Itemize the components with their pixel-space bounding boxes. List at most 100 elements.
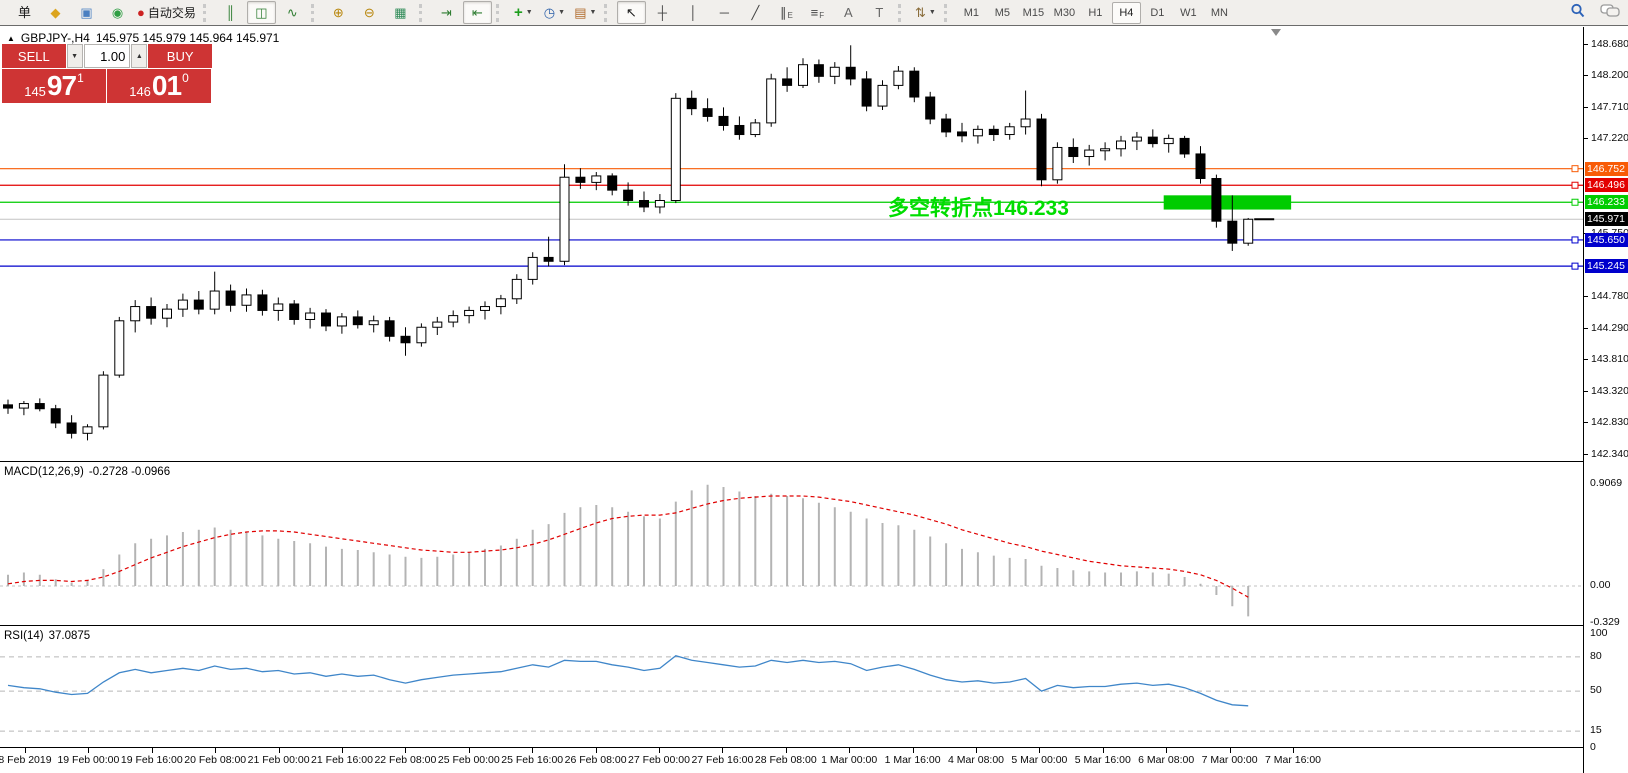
time-label: 1 Mar 16:00 (885, 754, 941, 766)
current-price-tag: 145.971 (1585, 212, 1628, 226)
volume-up-button[interactable]: ▲ (131, 44, 147, 68)
zoom-out-icon[interactable]: ⊖ (355, 1, 384, 24)
time-label: 8 Feb 2019 (0, 754, 52, 766)
pivot-line-handle[interactable] (1572, 199, 1578, 205)
dropdown-arrow-icon[interactable]: ▼ (590, 9, 597, 16)
zoom-in-icon[interactable]: ⊕ (324, 1, 353, 24)
timeframe-M1[interactable]: M1 (957, 2, 986, 24)
sell-price[interactable]: 145 97 1 (2, 69, 106, 103)
timeframe-MN[interactable]: MN (1205, 2, 1234, 24)
time-tick (722, 748, 723, 753)
bull-candle (671, 98, 680, 200)
timeframe-H1[interactable]: H1 (1081, 2, 1110, 24)
toolbar: 单◆▣◉●自动交易║◫∿⊕⊖▦⇥⇤+▼◷▼▤▼↖┼│─╱∥E≡FAT⇅▼ M1M… (0, 0, 1628, 26)
time-axis[interactable]: 8 Feb 201919 Feb 00:0019 Feb 16:0020 Feb… (0, 750, 1583, 773)
pivot-annotation-text[interactable]: 多空转折点146.233 (888, 192, 1069, 222)
time-label: 5 Mar 16:00 (1075, 754, 1131, 766)
fibonacci-tool[interactable]: ≡F (803, 1, 832, 24)
bull-candle (799, 65, 808, 86)
rsi-pane[interactable] (0, 628, 1583, 747)
macd-axis-label: 0.00 (1590, 579, 1610, 591)
bear-candle (846, 67, 855, 79)
mt4-window: 单◆▣◉●自动交易║◫∿⊕⊖▦⇥⇤+▼◷▼▤▼↖┼│─╱∥E≡FAT⇅▼ M1M… (0, 0, 1628, 773)
sell-button[interactable]: SELL (2, 44, 66, 68)
rsi-svg[interactable] (0, 628, 1583, 747)
data-window-icon[interactable]: ▣ (72, 1, 101, 24)
trendline-tool[interactable]: ╱ (741, 1, 770, 24)
support-line-1-handle[interactable] (1572, 237, 1578, 243)
bear-candle (576, 177, 585, 182)
pivot-zone-rectangle[interactable] (1164, 195, 1291, 209)
toolbar-separator (3, 4, 5, 22)
buy-button[interactable]: BUY (148, 44, 212, 68)
cursor-tool[interactable]: ↖ (617, 1, 646, 24)
timeframe-W1[interactable]: W1 (1174, 2, 1203, 24)
label-tool[interactable]: T (865, 1, 894, 24)
collapse-triangle-icon[interactable]: ▲ (7, 34, 15, 43)
timeframe-D1[interactable]: D1 (1143, 2, 1172, 24)
text-tool[interactable]: A (834, 1, 863, 24)
crosshair-tool[interactable]: ┼ (648, 1, 677, 24)
main-chart-svg[interactable] (0, 27, 1583, 463)
signals-icon[interactable]: ◉ (103, 1, 132, 24)
bull-candle (830, 67, 839, 76)
time-tick (215, 748, 216, 753)
horizontal-line-tool[interactable]: ─ (710, 1, 739, 24)
macd-label: MACD(12,26,9) -0.2728 -0.0966 (4, 466, 170, 478)
chart-title: ▲ GBPJPY-,H4 145.975 145.979 145.964 145… (7, 31, 279, 45)
timeframe-M5[interactable]: M5 (988, 2, 1017, 24)
line-chart-icon[interactable]: ∿ (278, 1, 307, 24)
macd-pane[interactable] (0, 464, 1583, 625)
market-watch-icon[interactable]: ◆ (41, 1, 70, 24)
new-order-button[interactable]: 单 (10, 1, 39, 24)
time-tick (279, 748, 280, 753)
dropdown-arrow-icon[interactable]: ▼ (526, 9, 533, 16)
toolbar-right-icons (1570, 3, 1620, 24)
support-line-2-handle[interactable] (1572, 263, 1578, 269)
price-tick: 144.780 (1591, 290, 1628, 302)
resistance-line-1-handle[interactable] (1572, 166, 1578, 172)
search-icon[interactable] (1570, 3, 1586, 24)
bear-candle (926, 97, 935, 119)
period-button[interactable]: ◷▼ (540, 1, 569, 24)
price-tick: 144.290 (1591, 322, 1628, 334)
candlestick-chart-icon[interactable]: ◫ (247, 1, 276, 24)
bull-candle (751, 123, 760, 135)
candles (4, 45, 1253, 440)
vertical-line-tool[interactable]: │ (679, 1, 708, 24)
dropdown-arrow-icon[interactable]: ▼ (929, 9, 936, 16)
timeframe-M15[interactable]: M15 (1019, 2, 1048, 24)
volume-down-button[interactable]: ▼ (67, 44, 83, 68)
bear-candle (687, 98, 696, 108)
market-watch-icon-glyph: ◆ (51, 6, 61, 19)
time-tick (342, 748, 343, 753)
rsi-label: RSI(14) 37.0875 (4, 630, 90, 642)
auto-scroll-icon[interactable]: ⇥ (432, 1, 461, 24)
channel-tool[interactable]: ∥E (772, 1, 801, 24)
bear-candle (1212, 179, 1221, 222)
chart-shift-icon[interactable]: ⇤ (463, 1, 492, 24)
timeframe-H4[interactable]: H4 (1112, 2, 1141, 24)
buy-price[interactable]: 146 01 0 (107, 69, 211, 103)
tile-windows-icon[interactable]: ▦ (386, 1, 415, 24)
macd-svg[interactable] (0, 464, 1583, 625)
time-label: 26 Feb 08:00 (565, 754, 627, 766)
volume-input[interactable]: 1.00 (84, 44, 131, 68)
cursor-tool-glyph: ↖ (626, 6, 637, 19)
timeframe-M30[interactable]: M30 (1050, 2, 1079, 24)
resistance-line-2-handle[interactable] (1572, 182, 1578, 188)
bear-candle (353, 317, 362, 325)
new-chart-button[interactable]: +▼ (509, 1, 538, 24)
tool-sub-letter: F (819, 12, 824, 20)
bull-candle (465, 310, 474, 315)
main-chart-pane[interactable] (0, 27, 1583, 463)
template-button[interactable]: ▤▼ (571, 1, 600, 24)
time-tick (405, 748, 406, 753)
updown-arrows-button[interactable]: ⇅▼ (911, 1, 940, 24)
chat-icon[interactable] (1600, 3, 1620, 24)
autotrading-button[interactable]: ●自动交易 (134, 1, 199, 24)
time-label: 6 Mar 08:00 (1138, 754, 1194, 766)
autotrading-button-label: 自动交易 (148, 7, 196, 19)
bar-chart-icon[interactable]: ║ (216, 1, 245, 24)
dropdown-arrow-icon[interactable]: ▼ (558, 9, 565, 16)
